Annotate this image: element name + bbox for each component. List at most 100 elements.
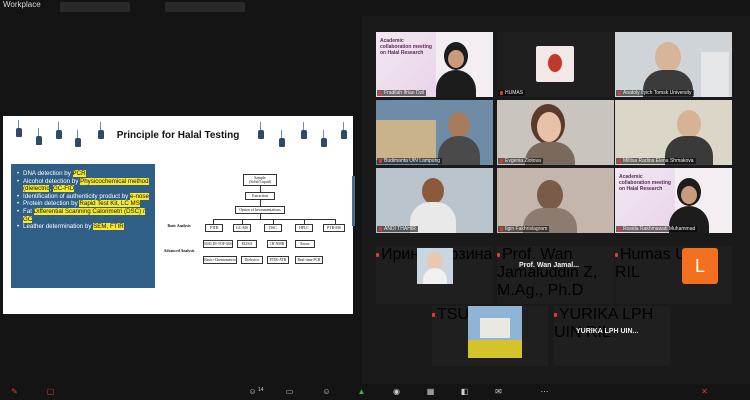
mic-muted-icon [618, 158, 621, 163]
chat-icon[interactable]: ▭ [285, 387, 294, 396]
bullet-text: Fat [23, 207, 34, 215]
slide-title: Principle for Halal Testing [116, 130, 240, 141]
flow-ptrms: PTR-MS [323, 224, 345, 232]
participants-count: 14 [258, 387, 264, 393]
participant-name: Evgenia Zlotova [498, 158, 543, 164]
bullet-item: Identification of authenticity product b… [17, 192, 151, 201]
participant-name: Anatoly Ilyich Tomsk University [616, 90, 694, 96]
avatar [417, 248, 453, 284]
video-tile[interactable]: Ilgin Fakhrislagram [497, 168, 614, 233]
participant-face [681, 186, 697, 204]
participant-name: HUMAS [498, 90, 526, 96]
participant-name: Militsa Radina Elena Shmakova [616, 158, 696, 164]
apps-icon[interactable]: ▦ [426, 387, 435, 396]
avatar [468, 306, 522, 358]
mic-muted-icon [379, 158, 382, 163]
participant-name: Prof. Wan Jamaluddin Z, M.Ag., Ph.D [497, 246, 598, 299]
halal-methods-box: DNA detection by PCR Alcohol detection b… [11, 164, 155, 288]
video-tile[interactable]: Militsa Radina Elena Shmakova [615, 100, 732, 165]
video-tile[interactable]: Evgenia Zlotova [497, 100, 614, 165]
video-tile[interactable]: Prof. Wan Jamal... Prof. Wan Jamaluddin … [497, 246, 614, 304]
flow-advanced-analysis: Advanced Analysis [163, 244, 195, 258]
bullet-highlight: Rapid Test Kit, LC MS [79, 200, 140, 208]
participant-face [448, 50, 464, 68]
presentation-slide: Principle for Halal Testing DNA detectio… [3, 116, 353, 314]
participant-body [438, 136, 480, 165]
mic-muted-icon[interactable]: ✎ [10, 387, 19, 396]
meeting-banner: Academic collaboration meeting on Halal … [376, 32, 436, 97]
bullet-item: Protein detection by Rapid Test Kit, LC … [17, 200, 151, 208]
video-tile[interactable]: Academic collaboration meeting on Halal … [376, 32, 493, 97]
mic-muted-icon [500, 226, 503, 231]
share-screen-icon[interactable]: ▲ [357, 387, 366, 396]
background-building [376, 120, 436, 160]
flow-ftir-atr: FTIR-ATR [267, 256, 289, 264]
mic-muted-icon [618, 90, 621, 95]
flow-enose: Enose [295, 240, 315, 248]
bullet-text: Leather determination by [23, 223, 94, 231]
toolbar-item[interactable] [165, 2, 245, 12]
flow-elisa: ELISA [237, 240, 257, 248]
flow-gcms: GC-MS [233, 224, 251, 232]
reactions-icon[interactable]: ☺ [322, 387, 331, 396]
bullet-item: Alcohol detection by Physicochemical met… [17, 177, 151, 193]
bullet-item: DNA detection by PCR [17, 170, 151, 178]
video-tile[interactable]: HUMAS [497, 32, 614, 97]
more-icon[interactable]: ⋯ [540, 387, 549, 396]
flow-maldi: MALDI-TOF-MS [203, 240, 233, 248]
flower-field [468, 340, 522, 358]
participant-name: Ilgin Fakhrislagram [498, 226, 550, 232]
video-tile[interactable]: Budimanta UIN Lampung [376, 100, 493, 165]
participant-name: Budimanta UIN Lampung [377, 158, 443, 164]
participant-display-name: YURIKA LPH UIN... [576, 328, 639, 335]
video-tile[interactable]: Academic collaboration meeting on Halal … [615, 168, 732, 233]
flow-extraction: Extraction [245, 192, 275, 200]
video-tile[interactable]: YURIKA LPH UIN... YURIKA LPH UIN RIL [554, 306, 670, 366]
avatar [536, 46, 574, 82]
video-tile[interactable]: Anatoly Ilyich Tomsk University [615, 32, 732, 97]
video-tile[interactable]: Ирина Курзина [376, 246, 493, 304]
video-off-icon[interactable]: ▢ [46, 387, 55, 396]
mic-muted-icon [618, 226, 621, 231]
building-image [480, 318, 510, 338]
whiteboard-icon[interactable]: ◧ [460, 387, 469, 396]
workspace-label[interactable]: Workplace [3, 0, 41, 9]
bullet-text: DNA detection by [23, 170, 73, 177]
video-tile[interactable]: L Humas UIN RIL [615, 246, 732, 304]
mic-muted-icon [554, 312, 557, 317]
banner-text: Academic collaboration meeting on Halal … [619, 174, 671, 192]
bullet-text: Alcohol detection by [23, 177, 81, 185]
bullet-text: Identification of authenticity product b… [23, 192, 130, 200]
video-grid: Academic collaboration meeting on Halal … [362, 16, 750, 384]
participant-name: YURIKA LPH UIN RIL [554, 306, 654, 341]
toolbar-item[interactable] [60, 2, 130, 12]
participant-name: Fradilah Ifrian Dzil [377, 90, 427, 96]
leave-icon[interactable]: ✕ [700, 387, 709, 396]
participants-icon[interactable]: ☺ [248, 387, 257, 396]
participant-face [537, 180, 563, 210]
meeting-banner: Academic collaboration meeting on Halal … [615, 168, 675, 233]
notes-icon[interactable]: ✉ [494, 387, 503, 396]
flow-basic-analysis: Basic Analysis [163, 222, 195, 231]
bullet-text: Protein detection by [23, 200, 80, 208]
flow-dsc: DSC [264, 224, 282, 232]
bullet-highlight: Differential Scanning Calorimetri (DSC) … [23, 207, 145, 223]
halal-testing-flowchart: Sample (Solid/Liquid) Extraction Option … [163, 174, 347, 298]
video-tile[interactable]: TSU ... ... [432, 306, 548, 366]
mic-muted-icon [376, 252, 379, 257]
scroll-handle[interactable] [352, 176, 355, 226]
screen-share-area: Principle for Halal Testing DNA detectio… [0, 16, 362, 384]
video-tile[interactable]: ANDI THAHIR [376, 168, 493, 233]
record-icon[interactable]: ◉ [392, 387, 401, 396]
mic-muted-icon [497, 252, 500, 257]
bullet-highlight: e-nose [129, 192, 149, 200]
participant-face [655, 42, 681, 72]
mic-muted-icon [379, 226, 382, 231]
bookshelf [701, 52, 729, 97]
participant-face [677, 110, 701, 138]
flow-sample: Sample (Solid/Liquid) [243, 174, 277, 186]
avatar-initial: L [682, 248, 718, 284]
bullet-item: Fat Differential Scanning Calorimetri (D… [17, 207, 151, 223]
meeting-controls-bar: ✎ ▢ ☺ 14 ▭ ☺ ▲ ◉ ▦ ◧ ✉ ⋯ ✕ [0, 384, 750, 400]
flow-ftir: FTIR [205, 224, 223, 232]
